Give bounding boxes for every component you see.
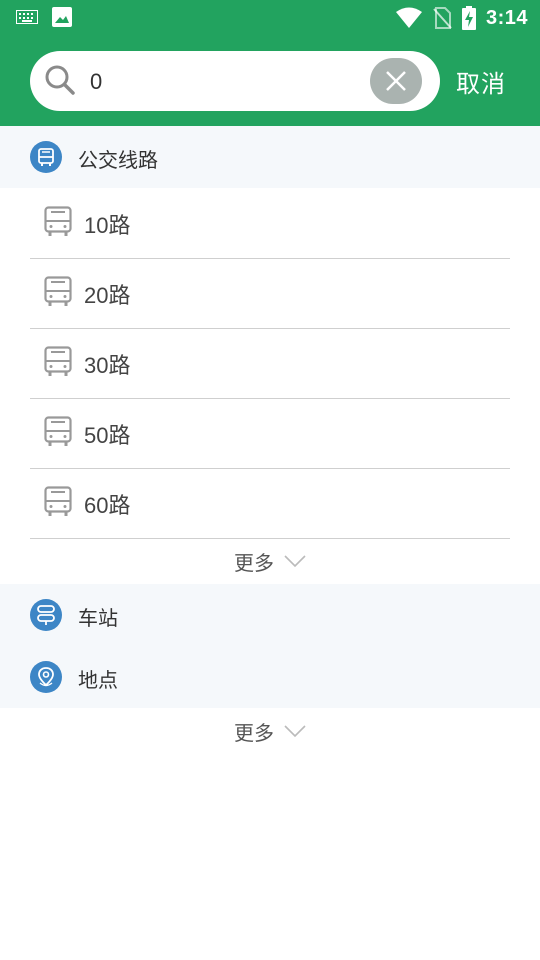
section-stations[interactable]: 车站 — [0, 584, 540, 646]
bus-icon — [44, 486, 72, 516]
more-label: 更多 — [234, 550, 274, 575]
more-button[interactable]: 更多 — [0, 708, 540, 754]
status-bar: 3:14 — [0, 0, 540, 36]
bus-icon — [44, 276, 72, 306]
clear-icon — [386, 71, 406, 91]
clear-button[interactable] — [370, 58, 422, 104]
search-box[interactable] — [30, 51, 440, 111]
route-label: 50路 — [84, 423, 131, 448]
station-icon — [30, 599, 62, 631]
route-item[interactable]: 60路 — [30, 468, 510, 539]
cancel-button[interactable]: 取消 — [456, 64, 506, 99]
bus-icon — [44, 346, 72, 376]
no-sim-icon — [433, 7, 452, 29]
chevron-down-icon — [284, 725, 306, 738]
route-item[interactable]: 50路 — [30, 398, 510, 469]
section-title: 地点 — [78, 668, 118, 692]
image-icon — [52, 7, 72, 27]
route-label: 30路 — [84, 353, 131, 378]
route-label: 10路 — [84, 213, 131, 238]
bus-icon — [44, 416, 72, 446]
more-label: 更多 — [234, 720, 274, 745]
chevron-down-icon — [284, 555, 306, 568]
search-input[interactable] — [88, 61, 392, 103]
wifi-icon — [395, 7, 422, 28]
search-header: 取消 — [0, 36, 540, 126]
search-icon — [45, 65, 75, 95]
bus-icon — [30, 141, 62, 173]
bus-icon — [44, 206, 72, 236]
section-places[interactable]: 地点 — [0, 646, 540, 708]
section-title: 公交线路 — [78, 148, 158, 172]
clock: 3:14 — [485, 6, 528, 29]
route-item[interactable]: 30路 — [30, 328, 510, 399]
more-routes-button[interactable]: 更多 — [0, 538, 540, 584]
route-label: 20路 — [84, 283, 131, 308]
location-pin-icon — [30, 661, 62, 693]
route-label: 60路 — [84, 493, 131, 518]
section-title: 车站 — [78, 606, 118, 630]
section-bus-routes: 公交线路 — [0, 126, 540, 188]
route-item[interactable]: 10路 — [30, 188, 510, 259]
route-item[interactable]: 20路 — [30, 258, 510, 329]
battery-charging-icon — [461, 6, 476, 30]
keyboard-icon — [16, 10, 38, 24]
